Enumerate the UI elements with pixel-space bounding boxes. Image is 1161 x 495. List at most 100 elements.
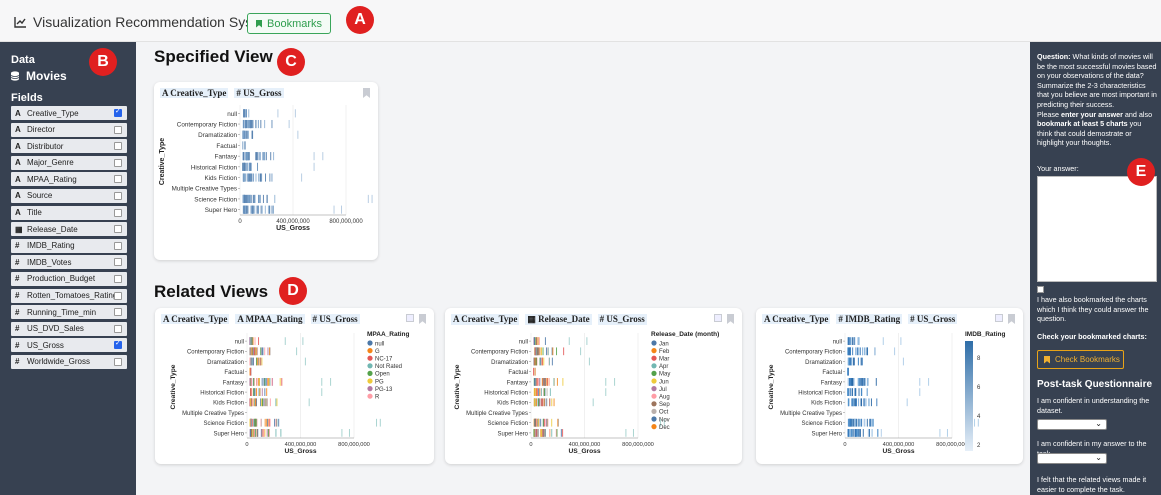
field-type-icon: A xyxy=(15,125,21,135)
field-item[interactable]: # US_Gross xyxy=(11,338,127,353)
field-item[interactable]: # IMDB_Votes xyxy=(11,255,127,270)
questionnaire-select[interactable]: ⌄ xyxy=(1037,419,1107,430)
tick-mark xyxy=(253,173,255,182)
legend-swatch xyxy=(367,378,373,384)
tick-mark xyxy=(264,398,266,407)
tick-mark xyxy=(862,378,864,386)
tick-mark xyxy=(632,429,634,437)
tick-mark xyxy=(269,398,271,407)
check-bookmarks-button[interactable]: Check Bookmarks xyxy=(1037,350,1124,369)
chart-line-icon xyxy=(14,16,26,28)
tick-mark xyxy=(852,347,854,356)
tick-mark xyxy=(258,173,260,182)
field-item[interactable]: A Distributor xyxy=(11,139,127,154)
bookmarks-button[interactable]: Bookmarks xyxy=(247,13,332,34)
field-checkbox[interactable] xyxy=(114,175,122,184)
field-item[interactable]: A Title xyxy=(11,205,127,220)
field-checkbox[interactable] xyxy=(114,208,122,217)
field-item[interactable]: A MPAA_Rating xyxy=(11,172,127,187)
questionnaire-select[interactable]: ⌄ xyxy=(1037,453,1107,464)
tick-mark xyxy=(259,388,261,396)
field-item[interactable]: ▦ Release_Date xyxy=(11,222,127,237)
related-view-card[interactable]: A Creative_Type A MPAA_Rating # US_Gross n… xyxy=(155,308,434,464)
dataset-selector[interactable]: Movies xyxy=(11,69,67,83)
field-checkbox[interactable] xyxy=(114,324,122,333)
field-checkbox[interactable] xyxy=(114,274,122,283)
tick-mark xyxy=(865,398,867,407)
tick-mark xyxy=(540,388,542,396)
tick-mark xyxy=(371,194,373,204)
legend-label: 2 xyxy=(977,443,981,449)
legend-swatch xyxy=(651,401,657,407)
tick-mark xyxy=(322,152,324,161)
field-checkbox[interactable] xyxy=(114,142,122,151)
field-item[interactable]: # Rotten_Tomatoes_Rating xyxy=(11,288,127,303)
tick-mark xyxy=(248,162,250,171)
chevron-down-icon: ⌄ xyxy=(1095,453,1102,462)
tick-mark xyxy=(847,398,849,407)
answer-textarea[interactable] xyxy=(1037,176,1157,282)
y-tick-label: Science Fiction xyxy=(488,421,528,427)
field-checkbox[interactable] xyxy=(114,191,122,200)
tick-mark xyxy=(541,357,543,366)
tick-mark xyxy=(851,388,853,396)
field-checkbox[interactable] xyxy=(114,308,122,317)
tick-mark xyxy=(267,347,269,356)
related-view-card[interactable]: A Creative_Type # IMDB_Rating # US_Gross n… xyxy=(756,308,1023,464)
tick-mark xyxy=(860,398,862,407)
x-tick-label: 0 xyxy=(843,442,846,448)
field-checkbox[interactable] xyxy=(114,158,122,167)
tick-mark xyxy=(588,357,590,366)
tick-mark xyxy=(871,429,873,437)
check-bookmarks-label: Check your bookmarked charts: xyxy=(1037,332,1147,341)
tick-mark xyxy=(261,429,263,437)
field-item[interactable]: A Major_Genre xyxy=(11,155,127,170)
legend-label: Nov xyxy=(659,417,670,423)
tick-mark xyxy=(260,119,262,129)
tick-mark xyxy=(252,119,254,129)
legend-label: 6 xyxy=(977,385,981,391)
field-checkbox[interactable] xyxy=(114,258,122,267)
y-tick-label: Factual xyxy=(216,143,237,150)
marker-d: D xyxy=(279,277,307,305)
field-checkbox[interactable] xyxy=(114,125,122,134)
legend-swatch xyxy=(651,378,657,384)
bookmark-confirm-checkbox[interactable] xyxy=(1037,286,1044,293)
tick-mark xyxy=(857,429,859,437)
tick-mark xyxy=(869,418,871,427)
field-item[interactable]: # Running_Time_min xyxy=(11,305,127,320)
field-checkbox[interactable] xyxy=(114,241,122,250)
legend-swatch xyxy=(651,363,657,369)
field-checkbox[interactable] xyxy=(114,225,122,234)
field-item[interactable]: A Creative_Type xyxy=(11,106,127,120)
tick-mark xyxy=(533,337,535,345)
legend-label: 4 xyxy=(977,414,981,420)
field-checkbox[interactable] xyxy=(114,291,122,300)
tick-mark xyxy=(269,378,271,386)
y-tick-label: Contemporary Fiction xyxy=(471,350,528,356)
tick-mark xyxy=(882,337,884,345)
field-item[interactable]: # Production_Budget xyxy=(11,271,127,286)
field-item[interactable]: # US_DVD_Sales xyxy=(11,321,127,336)
field-item[interactable]: # Worldwide_Gross xyxy=(11,354,127,369)
tick-mark xyxy=(246,130,248,139)
y-tick-label: Contemporary Fiction xyxy=(187,350,244,356)
field-item[interactable]: A Director xyxy=(11,122,127,137)
tick-mark xyxy=(251,398,253,407)
tick-mark xyxy=(264,378,266,386)
tick-mark xyxy=(260,357,262,366)
field-item[interactable]: # IMDB_Rating xyxy=(11,238,127,253)
y-axis-title: Creative_Type xyxy=(159,138,166,185)
tick-mark xyxy=(866,347,868,356)
field-checkbox[interactable] xyxy=(114,107,122,117)
legend-label: Jul xyxy=(659,387,667,393)
field-item[interactable]: A Source xyxy=(11,188,127,203)
tick-mark xyxy=(847,378,849,386)
field-checkbox[interactable] xyxy=(114,357,122,366)
field-type-icon: A xyxy=(15,208,21,218)
field-checkbox[interactable] xyxy=(114,339,122,350)
tick-mark xyxy=(297,130,299,139)
related-view-card[interactable]: A Creative_Type ▦ Release_Date # US_Gross … xyxy=(445,308,742,464)
tick-mark xyxy=(542,418,544,427)
specified-view-card[interactable]: A Creative_Type # US_Gross null Contempora… xyxy=(154,82,378,260)
